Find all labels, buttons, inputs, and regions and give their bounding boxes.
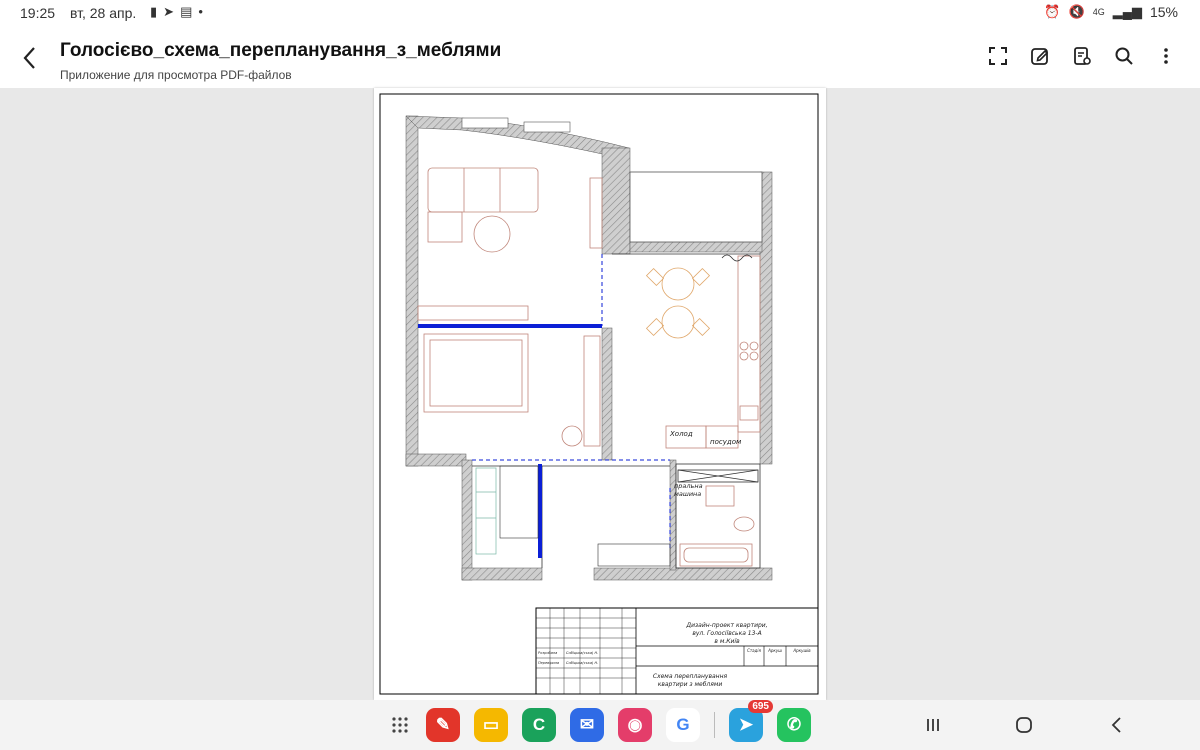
camera-app-icon[interactable]: ◉ [618,708,652,742]
alarm-icon: ⏰ [1044,4,1061,19]
edit-button[interactable] [1028,44,1052,68]
back-icon [1111,717,1121,733]
expand-button[interactable] [986,44,1010,68]
google-app-icon[interactable]: G [666,708,700,742]
mute-icon: 🔇 [1068,4,1085,19]
kitchen-counter [665,254,761,449]
search-icon [1115,47,1133,65]
bedroom-furniture [423,333,601,447]
sheet-title-line-2: квартири з меблями [658,681,723,688]
document-title: Голосієво_схема_перепланування_з_меблями [60,40,502,61]
expand-icon [989,47,1007,65]
app-drawer-button[interactable] [388,713,412,737]
app-subtitle: Приложение для просмотра PDF-файлов [60,68,292,82]
network-label: 4G [1092,7,1105,17]
home-button[interactable] [1009,712,1039,738]
recent-apps-button[interactable] [918,712,948,738]
chevron-left-icon [23,47,35,69]
washer-label-line2: машина [674,490,701,498]
phone-app-icon[interactable]: C [522,708,556,742]
dining-set [645,267,711,339]
fridge-label: Холод [669,430,693,438]
sheet-title-line-1: Схема перепланування [653,673,728,680]
hallway-items [499,465,671,567]
signal-icon: ▂▄▆ [1112,4,1142,19]
whatsapp-app-icon[interactable]: ✆ [777,708,811,742]
telegram-icon: ➤ [163,4,175,19]
files-app-icon[interactable]: ▭ [474,708,508,742]
role-1: Розробила [538,651,557,655]
name-2: Собіцька(ська) Н. [566,661,598,665]
back-button[interactable] [22,46,36,73]
toolbar-actions [986,44,1178,68]
dishwasher-label: посудом [710,438,742,446]
pdf-page: Холод посудом пральна машина Дизайн-прое… [374,88,826,700]
loggia [629,171,763,243]
more-icon [1164,48,1168,64]
sheet-column: Аркуш [767,648,782,653]
project-line-2: вул. Голосіївська 13-А [692,630,761,637]
edit-icon [1031,48,1049,65]
status-bar: 19:25 вт, 28 апр. ▮ ➤ ▤ • ⏰ 🔇 4G ▂▄▆ 15% [0,0,1200,28]
status-right: ⏰ 🔇 4G ▂▄▆ 15% [1044,4,1178,20]
notes-app-icon[interactable]: ✎ [426,708,460,742]
recents-icon [927,719,939,731]
role-2: Перевірила [538,661,559,665]
floor-plan-drawing: Холод посудом пральна машина Дизайн-прое… [379,93,819,695]
washer-label-line1: пральна [674,482,703,490]
dock-separator [714,712,715,738]
notification-icons: ▮ ➤ ▤ • [150,4,203,20]
telegram-app-icon[interactable]: ➤ 695 [729,700,773,742]
sheets-column: Аркушів [792,648,811,653]
status-time: 19:25 [20,5,56,21]
name-1: Собіцька(ська) Н. [566,651,598,655]
more-button[interactable] [1154,44,1178,68]
home-icon [1016,717,1032,733]
messages-app-icon[interactable]: ✉ [570,708,604,742]
document-settings-button[interactable] [1070,44,1094,68]
search-button[interactable] [1112,44,1136,68]
battery-saver-icon: ▮ [150,4,158,19]
project-line-3: в м.Київ [714,638,740,645]
dot-icon: • [198,4,203,19]
project-line-1: Дизайн-проект квартири, [685,622,767,629]
stage-column: Стадія [747,648,761,653]
battery-level: 15% [1149,4,1178,20]
app-grid-icon [392,717,408,733]
document-settings-icon [1074,47,1091,65]
pdf-viewer[interactable]: Холод посудом пральна машина Дизайн-прое… [0,88,1200,700]
status-date: вт, 28 апр. [70,5,137,21]
living-room-furniture [417,167,603,321]
app-dock: ✎ ▭ C ✉ ◉ G ➤ 695 ✆ [388,700,811,742]
system-back-button[interactable] [1101,712,1131,738]
telegram-badge: 695 [748,700,773,713]
calendar-icon: ▤ [180,4,193,19]
wardrobe [475,467,497,555]
navigation-bar: ✎ ▭ C ✉ ◉ G ➤ 695 ✆ [0,700,1200,750]
app-bar: Голосієво_схема_перепланування_з_меблями… [0,28,1200,88]
